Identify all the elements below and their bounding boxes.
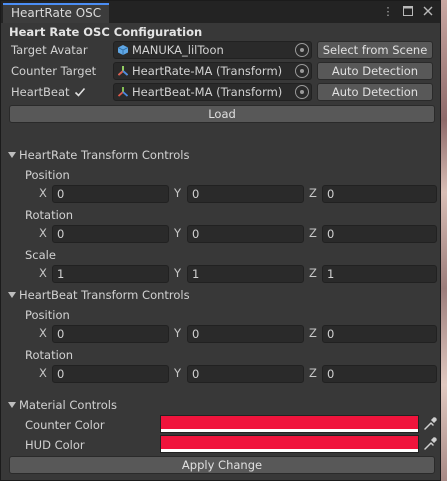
- heartrate-controls-header[interactable]: HeartRate Transform Controls: [19, 148, 189, 162]
- heartrate-rotation-x[interactable]: 0: [52, 225, 169, 243]
- heartbeat-position-vector: X 0 Y 0 Z 0: [1, 325, 442, 343]
- heartbeat-rotation-x[interactable]: 0: [52, 365, 169, 383]
- heartrate-position-x[interactable]: 0: [52, 185, 169, 203]
- axis-z-label: Z: [309, 186, 317, 200]
- window-tab[interactable]: HeartRate OSC: [3, 3, 110, 23]
- counter-target-value: HeartRate-MA (Transform): [132, 64, 283, 78]
- target-avatar-label: Target Avatar: [11, 43, 88, 57]
- axis-y-label: Y: [174, 366, 182, 380]
- axis-x-label: X: [39, 266, 47, 280]
- transform-icon: [117, 87, 129, 97]
- heartrate-position-y[interactable]: 0: [187, 185, 304, 203]
- heartbeat-position-label: Position: [25, 308, 70, 322]
- select-from-scene-button[interactable]: Select from Scene: [317, 41, 433, 59]
- counter-auto-detection-button[interactable]: Auto Detection: [317, 62, 433, 80]
- axis-x-label: X: [39, 326, 47, 340]
- menu-dots-icon[interactable]: ⋮: [382, 4, 394, 18]
- prefab-cube-icon: [117, 45, 129, 55]
- axis-x-label: X: [39, 186, 47, 200]
- heartrate-rotation-z[interactable]: 0: [322, 225, 437, 243]
- title-bar: HeartRate OSC ⋮: [1, 1, 440, 23]
- axis-y-label: Y: [174, 186, 182, 200]
- axis-y-label: Y: [174, 326, 182, 340]
- axis-x-label: X: [39, 366, 47, 380]
- apply-change-button[interactable]: Apply Change: [9, 456, 435, 474]
- heartbeat-label: HeartBeat: [11, 85, 70, 99]
- eyedropper-icon[interactable]: [422, 436, 438, 452]
- target-avatar-field[interactable]: MANUKA_lilToon: [113, 41, 312, 59]
- axis-y-label: Y: [174, 226, 182, 240]
- heartbeat-value: HeartBeat-MA (Transform): [132, 85, 283, 99]
- target-avatar-value: MANUKA_lilToon: [132, 43, 224, 57]
- axis-x-label: X: [39, 226, 47, 240]
- load-button[interactable]: Load: [9, 105, 435, 123]
- maximize-icon[interactable]: [402, 4, 414, 18]
- counter-target-field[interactable]: HeartRate-MA (Transform): [113, 62, 312, 80]
- axis-y-label: Y: [174, 266, 182, 280]
- object-picker-icon[interactable]: [295, 64, 309, 78]
- heartrate-position-vector: X 0 Y 0 Z 0: [1, 185, 442, 203]
- heartrate-position-z[interactable]: 0: [322, 185, 437, 203]
- foldout-arrow-icon[interactable]: [7, 400, 17, 410]
- close-icon[interactable]: [422, 4, 434, 18]
- axis-z-label: Z: [309, 326, 317, 340]
- axis-z-label: Z: [309, 366, 317, 380]
- object-picker-icon[interactable]: [295, 85, 309, 99]
- heartbeat-position-y[interactable]: 0: [187, 325, 304, 343]
- heartrate-rotation-vector: X 0 Y 0 Z 0: [1, 225, 442, 243]
- axis-z-label: Z: [309, 226, 317, 240]
- transform-icon: [117, 66, 129, 76]
- heartbeat-rotation-label: Rotation: [25, 348, 74, 362]
- heartbeat-auto-detection-button[interactable]: Auto Detection: [317, 83, 433, 101]
- foldout-arrow-icon[interactable]: [7, 150, 17, 160]
- heartbeat-controls-header[interactable]: HeartBeat Transform Controls: [19, 288, 190, 302]
- heartbeat-rotation-y[interactable]: 0: [187, 365, 304, 383]
- counter-target-label: Counter Target: [11, 64, 97, 78]
- eyedropper-icon[interactable]: [422, 416, 438, 432]
- axis-z-label: Z: [309, 266, 317, 280]
- heartrate-rotation-label: Rotation: [25, 208, 74, 222]
- heartrate-rotation-y[interactable]: 0: [187, 225, 304, 243]
- counter-color-swatch[interactable]: [160, 415, 419, 433]
- heartbeat-field[interactable]: HeartBeat-MA (Transform): [113, 83, 312, 101]
- config-header: Heart Rate OSC Configuration: [9, 25, 203, 39]
- heartbeat-checkbox[interactable]: [73, 85, 87, 99]
- heartrate-position-label: Position: [25, 168, 70, 182]
- heartrate-scale-vector: X 1 Y 1 Z 1: [1, 265, 442, 283]
- alpha-bar: [161, 449, 418, 452]
- object-picker-icon[interactable]: [295, 43, 309, 57]
- material-controls-header[interactable]: Material Controls: [19, 398, 117, 412]
- heartbeat-rotation-z[interactable]: 0: [322, 365, 437, 383]
- hud-color-swatch[interactable]: [160, 435, 419, 453]
- counter-color-label: Counter Color: [25, 418, 105, 432]
- heartrate-scale-x[interactable]: 1: [52, 265, 169, 283]
- heartrate-scale-label: Scale: [25, 248, 56, 262]
- heartbeat-position-z[interactable]: 0: [322, 325, 437, 343]
- heartrate-scale-z[interactable]: 1: [322, 265, 437, 283]
- heartbeat-rotation-vector: X 0 Y 0 Z 0: [1, 365, 442, 383]
- heartbeat-position-x[interactable]: 0: [52, 325, 169, 343]
- heartrate-scale-y[interactable]: 1: [187, 265, 304, 283]
- alpha-bar: [161, 429, 418, 432]
- foldout-arrow-icon[interactable]: [7, 290, 17, 300]
- hud-color-label: HUD Color: [25, 438, 85, 452]
- heartrate-osc-window: HeartRate OSC ⋮ Heart Rate OSC Configura…: [0, 0, 441, 481]
